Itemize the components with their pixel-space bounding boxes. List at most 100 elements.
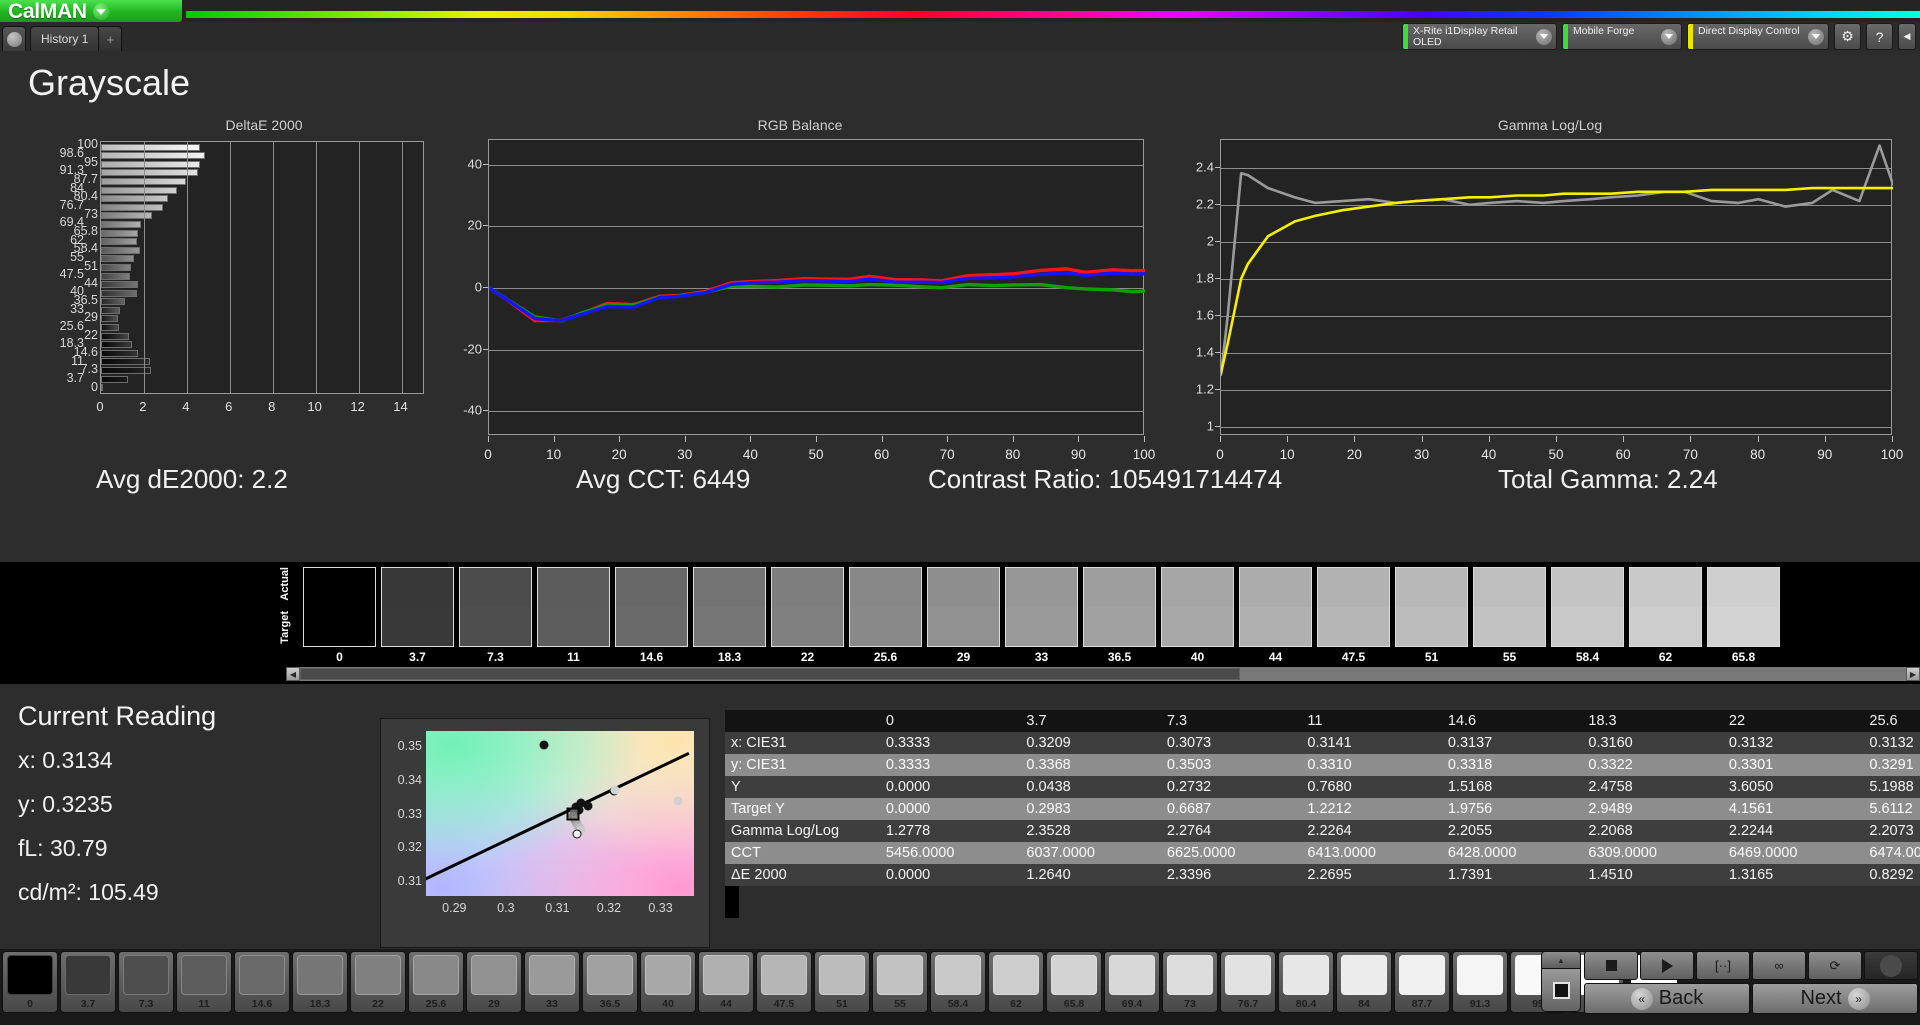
target-swatch [616, 607, 687, 646]
actual-swatch [1630, 568, 1701, 607]
table-column-header: 22 [1722, 710, 1864, 732]
stop-pattern-group[interactable]: ▲ [1541, 951, 1581, 1013]
gridline [186, 142, 188, 393]
patch-button[interactable]: 0 [2, 951, 58, 1013]
table-cell: 6037.0000 [1020, 842, 1161, 864]
table-cell: 0.6687 [1160, 798, 1302, 820]
scroll-left-icon[interactable]: ◀ [286, 667, 300, 681]
stop-button[interactable] [1584, 951, 1638, 980]
source-name: Mobile Forge [1573, 25, 1635, 37]
display-control-selector[interactable]: Direct Display Control [1687, 23, 1829, 50]
patch-swatch [1473, 567, 1546, 647]
deltae-x-tick: 0 [96, 399, 104, 414]
patch-level-label: 65.8 [1731, 650, 1756, 662]
source-selector[interactable]: Mobile Forge [1562, 23, 1682, 50]
rainbow-gradient-bar [186, 11, 1920, 18]
patch-button[interactable]: 51 [814, 951, 870, 1013]
patch-button[interactable]: 44 [698, 951, 754, 1013]
scroll-thumb[interactable] [300, 668, 1240, 680]
tick-mark [1287, 436, 1289, 442]
patch-button[interactable]: 91.3 [1452, 951, 1508, 1013]
patch-button[interactable]: 76.7 [1220, 951, 1276, 1013]
line-series-svg [489, 267, 1145, 323]
chevron-up-icon[interactable]: ▲ [1541, 951, 1581, 969]
table-cell: 1.5168 [1441, 776, 1583, 798]
patch-swatch [1317, 567, 1390, 647]
pattern-window-button[interactable] [1541, 969, 1581, 1012]
workflow-play-icon[interactable]: ▶ [2, 26, 26, 51]
tick-mark [1215, 277, 1220, 279]
tick-mark [1220, 436, 1221, 442]
patch-label: 3.7 [80, 998, 96, 1010]
patch-button[interactable]: 7.3 [118, 951, 174, 1013]
patch-button[interactable]: 58.4 [930, 951, 986, 1013]
patch-button[interactable]: 47.5 [756, 951, 812, 1013]
patch-button[interactable]: 18.3 [292, 951, 348, 1013]
chevron-down-icon[interactable] [1808, 28, 1824, 45]
tab-bar: ▶ History 1 + X-Rite i1Display Retail OL… [0, 22, 1920, 51]
patch-button[interactable]: 62 [988, 951, 1044, 1013]
avg-cct-value: Avg CCT: 6449 [576, 463, 751, 494]
meter-mode: OLED [1413, 36, 1442, 48]
patch-color-swatch [471, 955, 517, 995]
tab-history-1[interactable]: History 1 [30, 26, 100, 51]
deltae-bar [101, 384, 103, 392]
patch-color-swatch [1225, 955, 1271, 995]
calman-logo[interactable]: CalMAN [0, 0, 182, 22]
tick-mark [1215, 203, 1220, 205]
patch-button[interactable]: 11 [176, 951, 232, 1013]
patch-button[interactable]: 33 [524, 951, 580, 1013]
range-button[interactable]: [··] [1696, 951, 1750, 980]
patch-button[interactable]: 29 [466, 951, 522, 1013]
gridline [315, 142, 317, 393]
settings-button[interactable]: ⚙ [1834, 23, 1861, 50]
patch-button[interactable]: 84 [1336, 951, 1392, 1013]
next-button[interactable]: Next » [1752, 983, 1918, 1014]
title-bar: CalMAN [0, 0, 1920, 22]
target-swatch [382, 607, 453, 646]
collapse-panel-button[interactable]: ◀ [1898, 23, 1916, 50]
table-cell: 2.9489 [1582, 798, 1723, 820]
chevron-down-icon[interactable] [1536, 28, 1552, 45]
y-axis-tick: 40 [467, 156, 482, 172]
help-button[interactable]: ? [1866, 23, 1893, 50]
gridline [143, 142, 145, 393]
scroll-right-icon[interactable]: ▶ [1906, 667, 1920, 681]
patch-button[interactable]: 14.6 [234, 951, 290, 1013]
tick-mark [1215, 388, 1220, 390]
patch-button[interactable]: 22 [350, 951, 406, 1013]
deltae-bar [101, 315, 118, 323]
table-cell: 2.2264 [1301, 820, 1442, 842]
patch-button[interactable]: 55 [872, 951, 928, 1013]
chevron-down-icon[interactable] [92, 2, 110, 20]
back-button[interactable]: « Back [1584, 983, 1750, 1014]
add-tab-button[interactable]: + [98, 26, 123, 51]
patch-button[interactable]: 3.7 [60, 951, 116, 1013]
play-button[interactable] [1640, 951, 1694, 980]
patch-button[interactable]: 87.7 [1394, 951, 1450, 1013]
patch-label: 33 [546, 998, 558, 1010]
actual-swatch [1318, 568, 1389, 607]
patch-button[interactable]: 65.8 [1046, 951, 1102, 1013]
table-cell: 6474.0000 [1863, 842, 1920, 864]
target-swatch [1240, 607, 1311, 646]
control-name: Direct Display Control [1698, 25, 1800, 37]
patch-button[interactable]: 40 [640, 951, 696, 1013]
patch-button[interactable]: 25.6 [408, 951, 464, 1013]
patch-column: 36.5 [1083, 567, 1156, 662]
table-cell: 0.8292 [1863, 864, 1920, 886]
patch-button[interactable]: 69.4 [1104, 951, 1160, 1013]
patch-label: 18.3 [309, 998, 331, 1010]
loop-button[interactable]: ∞ [1752, 951, 1806, 980]
refresh-button[interactable]: ⟳ [1808, 951, 1862, 980]
patch-color-swatch [1167, 955, 1213, 995]
meter-selector[interactable]: X-Rite i1Display Retail OLED [1402, 23, 1557, 50]
patch-button[interactable]: 36.5 [582, 951, 638, 1013]
patch-button[interactable]: 73 [1162, 951, 1218, 1013]
brand-label: CalMAN [8, 0, 87, 23]
strip-scrollbar[interactable]: ◀ ▶ [286, 667, 1920, 681]
deltae-bar [101, 298, 126, 306]
y-axis-tick: 1 [1206, 418, 1214, 434]
patch-button[interactable]: 80.4 [1278, 951, 1334, 1013]
chevron-down-icon[interactable] [1661, 28, 1677, 45]
